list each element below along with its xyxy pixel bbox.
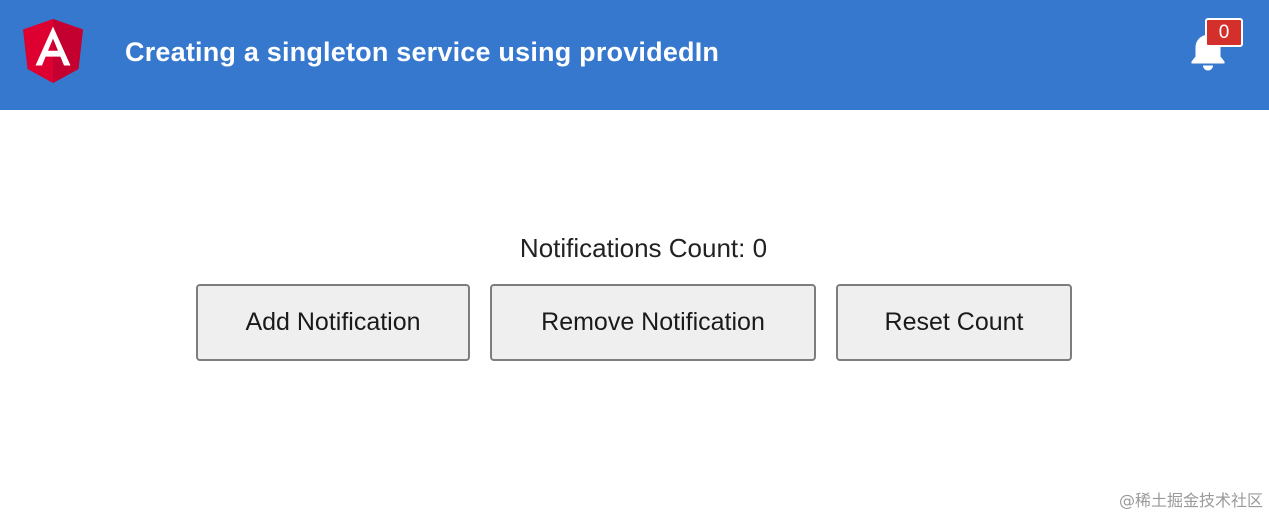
notification-count-badge: 0 [1205,18,1243,47]
watermark: @稀土掘金技术社区 [1118,491,1263,510]
notifications-count-text: Notifications Count: 0 [519,233,768,263]
top-bar: Creating a singleton service using provi… [0,0,1269,110]
remove-notification-button[interactable]: Remove Notification [490,284,816,361]
page-title: Creating a singleton service using provi… [125,37,720,67]
reset-count-button[interactable]: Reset Count [836,284,1072,361]
angular-logo-icon [23,19,83,83]
add-notification-button[interactable]: Add Notification [196,284,470,361]
